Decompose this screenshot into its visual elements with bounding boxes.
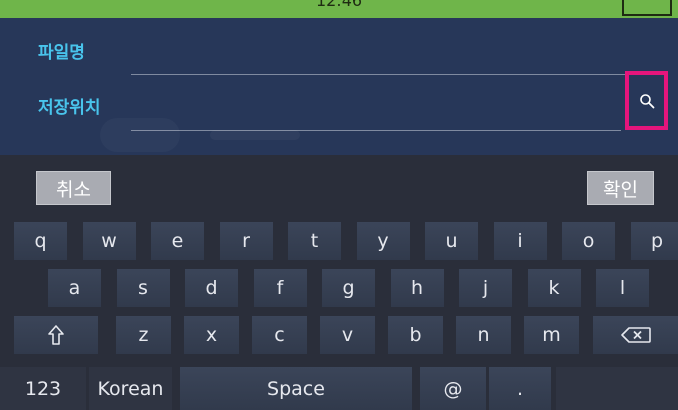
key-o[interactable]: o — [562, 222, 615, 260]
key-w[interactable]: w — [82, 222, 136, 260]
key-z[interactable]: z — [116, 316, 171, 354]
key-e[interactable]: e — [151, 222, 204, 260]
key-t[interactable]: t — [288, 222, 341, 260]
key-v[interactable]: v — [320, 316, 375, 354]
status-time: 12:46 — [315, 0, 363, 10]
key-y[interactable]: y — [356, 222, 410, 260]
key-m[interactable]: m — [524, 316, 579, 354]
at-key[interactable]: @ — [420, 367, 486, 410]
key-u[interactable]: u — [425, 222, 478, 260]
ghost-element — [210, 130, 300, 140]
location-input[interactable] — [131, 82, 621, 131]
key-q[interactable]: q — [14, 222, 67, 260]
key-a[interactable]: a — [48, 269, 101, 307]
shift-icon — [48, 325, 64, 345]
onscreen-keyboard: 취소 확인 qwertyuiop asdfghjkl zxcvbnm 123 K… — [0, 155, 678, 410]
status-box — [622, 0, 672, 16]
dot-key[interactable]: . — [489, 367, 551, 410]
filename-label: 파일명 — [38, 43, 85, 63]
key-x[interactable]: x — [184, 316, 239, 354]
key-r[interactable]: r — [219, 222, 273, 260]
key-s[interactable]: s — [116, 269, 170, 307]
search-icon — [639, 93, 654, 108]
confirm-button[interactable]: 확인 — [587, 171, 654, 205]
key-g[interactable]: g — [322, 269, 375, 307]
key-k[interactable]: k — [527, 269, 581, 307]
key-p[interactable]: p — [630, 222, 678, 260]
backspace-key[interactable] — [593, 316, 678, 354]
key-n[interactable]: n — [456, 316, 511, 354]
key-d[interactable]: d — [185, 269, 238, 307]
space-key[interactable]: Space — [180, 367, 412, 410]
key-f[interactable]: f — [253, 269, 307, 307]
key-c[interactable]: c — [252, 316, 307, 354]
enter-key[interactable] — [556, 367, 678, 410]
location-label: 저장위치 — [38, 98, 101, 118]
key-b[interactable]: b — [388, 316, 443, 354]
language-key[interactable]: Korean — [89, 367, 172, 410]
location-search-button[interactable] — [625, 71, 668, 130]
key-i[interactable]: i — [493, 222, 547, 260]
backspace-icon — [620, 327, 651, 343]
save-form: 파일명 저장위치 — [0, 18, 678, 155]
status-bar: 12:46 — [0, 0, 678, 18]
filename-input[interactable] — [131, 26, 667, 75]
shift-key[interactable] — [14, 316, 98, 354]
key-h[interactable]: h — [390, 269, 444, 307]
key-j[interactable]: j — [459, 269, 512, 307]
numbers-key[interactable]: 123 — [0, 367, 86, 410]
ghost-element — [100, 118, 180, 152]
cancel-button[interactable]: 취소 — [36, 171, 111, 205]
key-l[interactable]: l — [596, 269, 649, 307]
